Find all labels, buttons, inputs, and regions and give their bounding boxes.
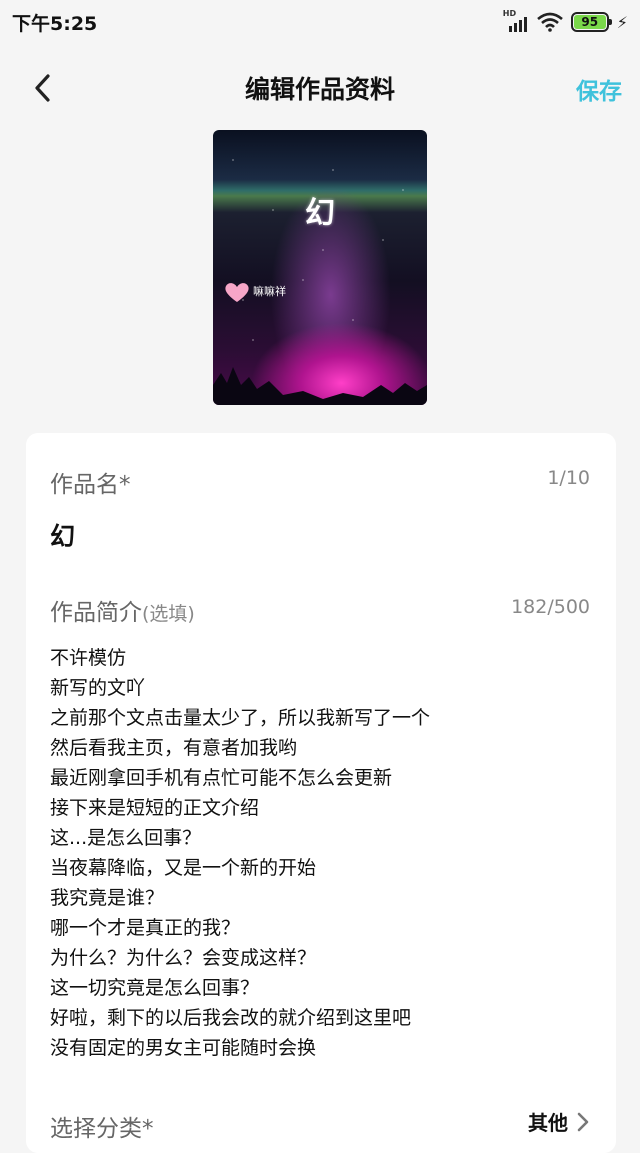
intro-line: 不许模仿 bbox=[50, 647, 127, 669]
cover-author-mark: 嘛嘛祥 bbox=[253, 285, 286, 298]
name-counter: 1/10 bbox=[547, 467, 590, 489]
work-info-form: 作品名* 1/10 幻 作品简介(选填) 182/500 不许模仿 新写的文吖 … bbox=[26, 433, 616, 1153]
intro-line: 最近刚拿回手机有点忙可能不怎么会更新 bbox=[50, 767, 393, 789]
name-input[interactable]: 幻 bbox=[50, 517, 75, 553]
intro-line: 我究竟是谁？ bbox=[50, 887, 165, 909]
intro-line: 这一切究竟是怎么回事？ bbox=[50, 977, 260, 999]
name-label: 作品名* bbox=[50, 472, 131, 498]
intro-line: 没有固定的男女主可能随时会换 bbox=[50, 1037, 317, 1059]
intro-line: 然后看我主页，有意者加我哟 bbox=[50, 737, 298, 759]
back-button[interactable] bbox=[28, 70, 58, 106]
intro-line: 哪一个才是真正的我？ bbox=[50, 917, 241, 939]
intro-line: 新写的文吖 bbox=[50, 677, 146, 699]
top-nav: 编辑作品资料 保存 bbox=[0, 56, 640, 120]
status-time: 下午5:25 bbox=[12, 12, 98, 35]
intro-line: 好啦，剩下的以后我会改的就介绍到这里吧 bbox=[50, 1007, 412, 1029]
status-icons: HD 95 ⚡ bbox=[503, 9, 628, 33]
signal-icon: HD bbox=[503, 9, 529, 33]
intro-line: 当夜幕降临，又是一个新的开始 bbox=[50, 857, 317, 879]
intro-line: 接下来是短短的正文介绍 bbox=[50, 797, 260, 819]
intro-line: 之前那个文点击量太少了，所以我新写了一个 bbox=[50, 707, 431, 729]
cover-trees bbox=[213, 367, 427, 405]
intro-textarea[interactable]: 不许模仿 新写的文吖 之前那个文点击量太少了，所以我新写了一个 然后看我主页，有… bbox=[50, 643, 590, 1063]
chevron-right-icon bbox=[577, 1112, 589, 1131]
intro-label: 作品简介(选填) bbox=[50, 593, 195, 627]
wifi-icon bbox=[536, 12, 563, 32]
heart-icon bbox=[225, 283, 249, 302]
cover-title: 幻 bbox=[305, 196, 335, 231]
cover-image[interactable]: 幻 嘛嘛祥 bbox=[213, 130, 427, 405]
intro-counter: 182/500 bbox=[511, 596, 590, 618]
intro-optional: (选填) bbox=[142, 603, 195, 625]
page-title: 编辑作品资料 bbox=[244, 75, 395, 104]
status-bar: 下午5:25 HD 95 ⚡ bbox=[0, 0, 640, 44]
category-selector[interactable]: 其他 bbox=[528, 1107, 590, 1136]
charging-icon: ⚡ bbox=[616, 12, 628, 32]
save-button[interactable]: 保存 bbox=[576, 72, 622, 106]
intro-line: 为什么？为什么？会变成这样？ bbox=[50, 947, 317, 969]
battery-icon: 95 bbox=[570, 12, 612, 32]
chevron-left-icon bbox=[35, 74, 50, 102]
category-value: 其他 bbox=[528, 1111, 568, 1135]
battery-level: 95 bbox=[573, 15, 606, 29]
intro-label-text: 作品简介 bbox=[50, 600, 142, 626]
intro-line: 这...是怎么回事？ bbox=[50, 827, 202, 849]
